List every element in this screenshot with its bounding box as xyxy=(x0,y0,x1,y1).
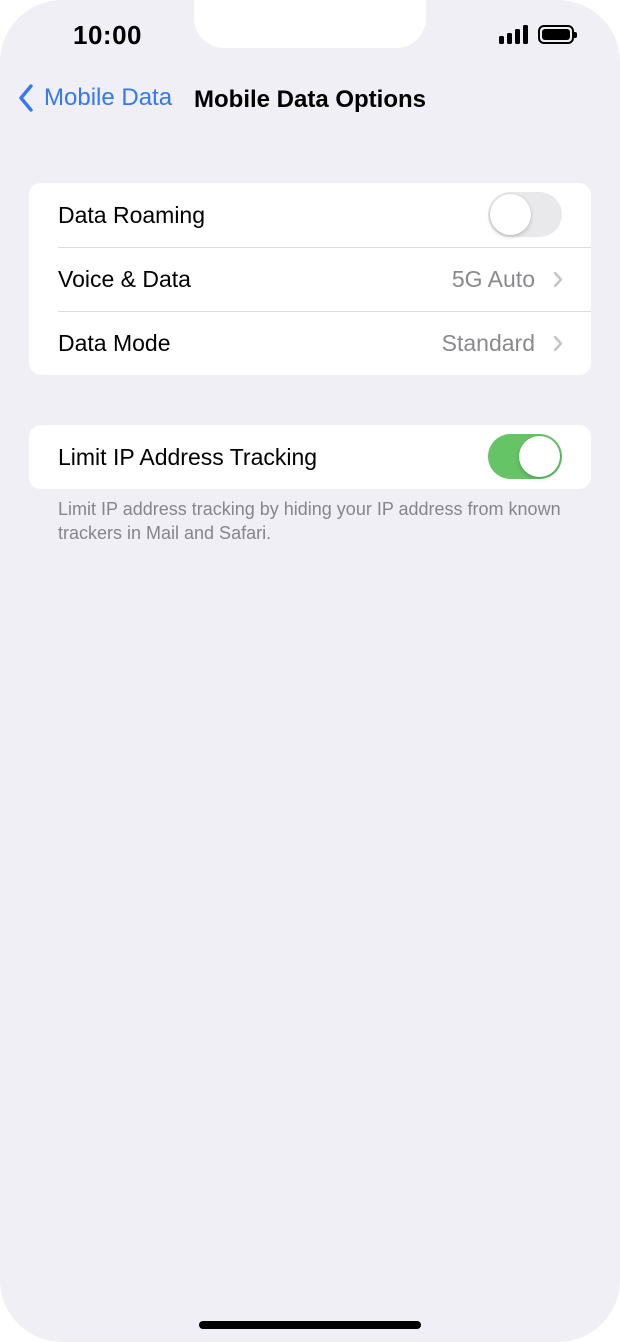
row-voice-data[interactable]: Voice & Data 5G Auto xyxy=(29,247,591,311)
toggle-knob xyxy=(490,194,531,235)
data-roaming-toggle[interactable] xyxy=(488,192,562,237)
battery-level xyxy=(542,29,570,40)
camera-notch xyxy=(194,0,426,48)
row-data-roaming: Data Roaming xyxy=(29,183,591,247)
row-label: Data Mode xyxy=(58,329,171,356)
home-indicator[interactable] xyxy=(199,1321,421,1329)
privacy-footnote: Limit IP address tracking by hiding your… xyxy=(58,499,561,543)
cellular-signal-icon xyxy=(499,24,528,44)
navigation-bar: Mobile Data Mobile Data Options xyxy=(0,80,620,120)
chevron-right-icon xyxy=(553,335,563,352)
phone-screen: 10:00 Mobile Data Mobile Data Options Da… xyxy=(0,0,620,1342)
status-time: 10:00 xyxy=(73,20,142,50)
page-title: Mobile Data Options xyxy=(194,86,427,113)
row-limit-ip-tracking: Limit IP Address Tracking xyxy=(29,425,591,489)
back-button[interactable]: Mobile Data xyxy=(18,84,172,112)
row-value: Standard xyxy=(441,329,535,356)
battery-icon xyxy=(538,25,577,44)
row-data-mode[interactable]: Data Mode Standard xyxy=(29,311,591,375)
back-button-label: Mobile Data xyxy=(44,84,173,111)
settings-group: Data Roaming Voice & Data 5G Auto Data M… xyxy=(29,183,591,375)
row-label: Data Roaming xyxy=(58,201,206,228)
row-label: Voice & Data xyxy=(58,265,191,292)
privacy-group: Limit IP Address Tracking xyxy=(29,425,591,489)
row-label: Limit IP Address Tracking xyxy=(58,443,318,470)
row-value: 5G Auto xyxy=(451,265,535,292)
chevron-left-icon xyxy=(19,84,33,112)
limit-ip-tracking-toggle[interactable] xyxy=(488,434,562,479)
toggle-knob xyxy=(519,436,560,477)
chevron-right-icon xyxy=(553,271,563,288)
status-icons xyxy=(499,24,577,44)
